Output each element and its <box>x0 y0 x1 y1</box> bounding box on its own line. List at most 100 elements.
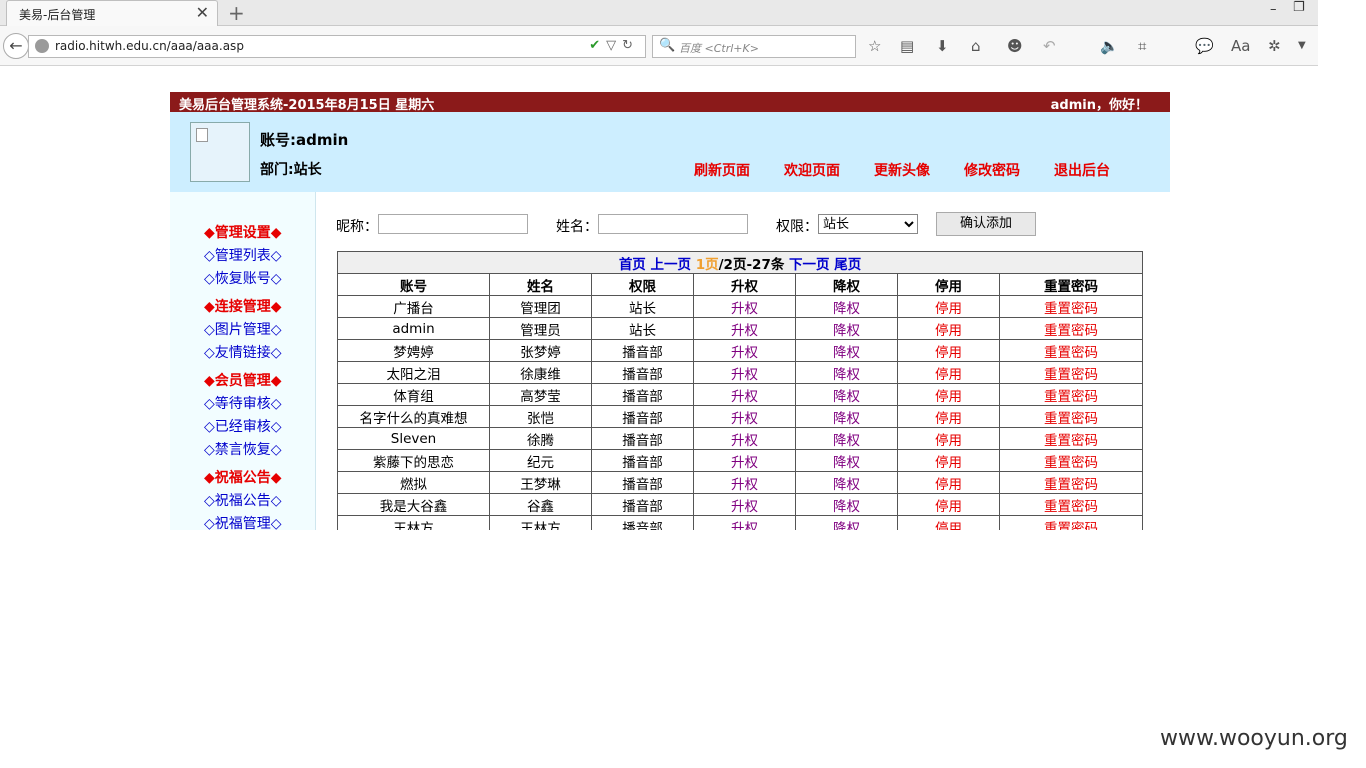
nickname-input[interactable] <box>378 214 528 234</box>
tab-title: 美易-后台管理 <box>19 8 96 22</box>
restore-icon[interactable]: ❐ <box>1293 0 1305 15</box>
account-cell: 体育组 <box>337 383 490 406</box>
welcome-page-link[interactable]: 欢迎页面 <box>784 160 840 180</box>
disable-link[interactable]: 停用 <box>897 361 1000 384</box>
name-cell: 高梦莹 <box>489 383 592 406</box>
first-page-link[interactable]: 首页 <box>619 257 646 273</box>
refresh-page-link[interactable]: 刷新页面 <box>694 160 750 180</box>
reset-password-link[interactable]: 重置密码 <box>998 295 1144 318</box>
demote-link[interactable]: 降权 <box>795 317 898 340</box>
permission-cell: 播音部 <box>591 339 694 362</box>
promote-link[interactable]: 升权 <box>693 383 796 406</box>
logout-link[interactable]: 退出后台 <box>1054 160 1110 180</box>
disable-link[interactable]: 停用 <box>897 493 1000 516</box>
reset-password-link[interactable]: 重置密码 <box>998 515 1144 530</box>
reset-password-link[interactable]: 重置密码 <box>998 405 1144 428</box>
reset-password-link[interactable]: 重置密码 <box>998 493 1144 516</box>
demote-link[interactable]: 降权 <box>795 449 898 472</box>
crop-icon[interactable]: ⌗ <box>1138 37 1146 55</box>
permission-select[interactable]: 站长 <box>818 214 918 234</box>
home-icon[interactable]: ⌂ <box>971 37 981 55</box>
shield-icon[interactable]: ✔ <box>589 38 606 53</box>
dropdown-icon[interactable]: ▽ <box>606 38 622 53</box>
sidebar-item-unmute[interactable]: ◇禁言恢复◇ <box>204 439 282 459</box>
demote-link[interactable]: 降权 <box>795 515 898 530</box>
name-input[interactable] <box>598 214 748 234</box>
disable-link[interactable]: 停用 <box>897 471 1000 494</box>
prev-page-link[interactable]: 上一页 <box>651 257 692 273</box>
sidebar-item-pending-review[interactable]: ◇等待审核◇ <box>204 393 282 413</box>
promote-link[interactable]: 升权 <box>693 493 796 516</box>
next-page-link[interactable]: 下一页 <box>789 257 830 273</box>
reset-password-link[interactable]: 重置密码 <box>998 471 1144 494</box>
sidebar-item-friend-links[interactable]: ◇友情链接◇ <box>204 342 282 362</box>
reset-password-link[interactable]: 重置密码 <box>998 361 1144 384</box>
extension-icon[interactable]: ✲ <box>1268 37 1281 55</box>
promote-link[interactable]: 升权 <box>693 405 796 428</box>
sidebar-item-image-management[interactable]: ◇图片管理◇ <box>204 319 282 339</box>
volume-icon[interactable]: 🔈 <box>1100 37 1119 55</box>
demote-link[interactable]: 降权 <box>795 295 898 318</box>
disable-link[interactable]: 停用 <box>897 383 1000 406</box>
demote-link[interactable]: 降权 <box>795 405 898 428</box>
reload-icon[interactable]: ↻ <box>622 38 639 53</box>
bookmark-star-icon[interactable]: ☆ <box>868 37 881 55</box>
disable-link[interactable]: 停用 <box>897 405 1000 428</box>
update-avatar-link[interactable]: 更新头像 <box>874 160 930 180</box>
add-admin-form: 昵称： 姓名： 权限： 站长 确认添加 <box>336 212 1136 236</box>
last-page-link[interactable]: 尾页 <box>834 257 861 273</box>
reset-password-link[interactable]: 重置密码 <box>998 339 1144 362</box>
promote-link[interactable]: 升权 <box>693 515 796 530</box>
promote-link[interactable]: 升权 <box>693 317 796 340</box>
reading-list-icon[interactable]: ▤ <box>900 37 914 55</box>
promote-link[interactable]: 升权 <box>693 427 796 450</box>
disable-link[interactable]: 停用 <box>897 427 1000 450</box>
address-bar[interactable]: radio.hitwh.edu.cn/aaa/aaa.asp ✔▽↻ <box>28 35 646 58</box>
change-password-link[interactable]: 修改密码 <box>964 160 1020 180</box>
new-tab-icon[interactable]: + <box>228 1 245 25</box>
promote-link[interactable]: 升权 <box>693 471 796 494</box>
reset-password-link[interactable]: 重置密码 <box>998 383 1144 406</box>
demote-link[interactable]: 降权 <box>795 493 898 516</box>
permission-cell: 站长 <box>591 317 694 340</box>
promote-link[interactable]: 升权 <box>693 449 796 472</box>
disable-link[interactable]: 停用 <box>897 317 1000 340</box>
nickname-label: 昵称： <box>336 219 378 235</box>
confirm-add-button[interactable]: 确认添加 <box>936 212 1036 236</box>
reset-password-link[interactable]: 重置密码 <box>998 427 1144 450</box>
disable-link[interactable]: 停用 <box>897 515 1000 530</box>
minimize-icon[interactable]: – <box>1270 2 1277 17</box>
emoji-icon[interactable]: ☻ <box>1007 37 1023 55</box>
reset-password-link[interactable]: 重置密码 <box>998 317 1144 340</box>
chat-icon[interactable]: 💬 <box>1195 37 1214 55</box>
sidebar-item-blessing-management[interactable]: ◇祝福管理◇ <box>204 513 282 530</box>
demote-link[interactable]: 降权 <box>795 471 898 494</box>
sidebar-item-restore-account[interactable]: ◇恢复账号◇ <box>204 268 282 288</box>
demote-link[interactable]: 降权 <box>795 427 898 450</box>
sidebar-item-reviewed[interactable]: ◇已经审核◇ <box>204 416 282 436</box>
sidebar-item-admin-list[interactable]: ◇管理列表◇ <box>204 245 282 265</box>
demote-link[interactable]: 降权 <box>795 361 898 384</box>
download-icon[interactable]: ⬇ <box>936 37 949 55</box>
promote-link[interactable]: 升权 <box>693 295 796 318</box>
browser-tab[interactable]: 美易-后台管理 ✕ <box>6 0 218 26</box>
account-cell: Sleven <box>337 427 490 450</box>
promote-link[interactable]: 升权 <box>693 361 796 384</box>
demote-link[interactable]: 降权 <box>795 383 898 406</box>
page-info: /2页-27条 <box>718 256 785 273</box>
disable-link[interactable]: 停用 <box>897 339 1000 362</box>
promote-link[interactable]: 升权 <box>693 339 796 362</box>
search-box[interactable]: 🔍 百度 <Ctrl+K> <box>652 35 856 58</box>
text-size-icon[interactable]: Aa <box>1231 37 1250 55</box>
demote-link[interactable]: 降权 <box>795 339 898 362</box>
menu-dropdown-icon[interactable]: ▼ <box>1298 40 1306 51</box>
sidebar-item-blessing-notice[interactable]: ◇祝福公告◇ <box>204 490 282 510</box>
url-text[interactable]: radio.hitwh.edu.cn/aaa/aaa.asp <box>55 39 244 53</box>
reset-password-link[interactable]: 重置密码 <box>998 449 1144 472</box>
undo-icon[interactable]: ↶ <box>1043 37 1056 55</box>
back-icon[interactable]: ← <box>3 33 29 59</box>
close-tab-icon[interactable]: ✕ <box>196 3 209 22</box>
disable-link[interactable]: 停用 <box>897 449 1000 472</box>
disable-link[interactable]: 停用 <box>897 295 1000 318</box>
department-label: 部门:站长 <box>260 162 322 178</box>
